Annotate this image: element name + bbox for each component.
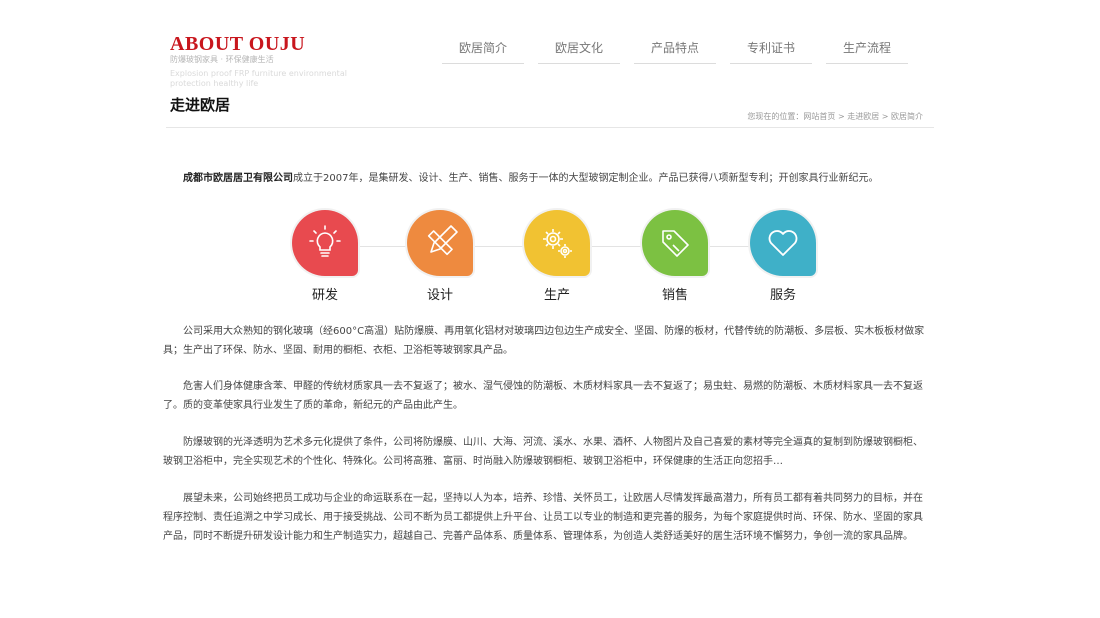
paragraph-material: 公司采用大众熟知的钢化玻璃（经600°C高温）贴防爆膜、再用氧化铝材对玻璃四边包… (163, 326, 925, 356)
process-label-research: 研发 (311, 288, 338, 303)
process-step-design: 设计 (405, 210, 475, 303)
price-tag-icon (642, 210, 708, 276)
process-label-service: 服务 (769, 288, 796, 303)
logo-english-tagline: Explosion proof FRP furniture environmen… (170, 69, 347, 88)
process-step-service: 服务 (748, 210, 818, 303)
intro-text: 成都市欧居居卫有限公司成立于2007年，是集研发、设计、生产、销售、服务于一体的… (183, 169, 878, 184)
nav-item-culture[interactable]: 欧居文化 (538, 38, 620, 64)
intro-body: 成立于2007年，是集研发、设计、生产、销售、服务于一体的大型玻钢定制企业。产品… (293, 173, 879, 184)
main-nav: 欧居简介 欧居文化 产品特点 专利证书 生产流程 (442, 38, 908, 64)
logo-subtitle: 防爆玻钢家具 · 环保健康生活 (170, 55, 274, 64)
section-title: 走进欧居 (170, 96, 231, 114)
heart-icon (750, 210, 816, 276)
breadcrumb[interactable]: 您现在的位置：网站首页 > 走进欧居 > 欧居简介 (747, 111, 923, 122)
logo-title[interactable]: ABOUT OUJU (170, 33, 305, 56)
process-label-sales: 销售 (661, 288, 688, 303)
lightbulb-icon (292, 210, 358, 276)
company-name: 成都市欧居居卫有限公司 (183, 173, 293, 184)
paragraph-future: 展望未来，公司始终把员工成功与企业的命运联系在一起，坚持以人为本，培养、珍惜、关… (163, 493, 923, 542)
pencil-ruler-icon (407, 210, 473, 276)
page: ABOUT OUJU 防爆玻钢家具 · 环保健康生活 Explosion pro… (0, 0, 1100, 618)
gears-icon (524, 210, 590, 276)
divider (166, 127, 934, 128)
paragraph-art: 防爆玻钢的光泽透明为艺术多元化提供了条件，公司将防爆膜、山川、大海、河流、溪水、… (163, 437, 923, 467)
paragraph-health: 危害人们身体健康含苯、甲醛的传统材质家具一去不复返了；被水、湿气侵蚀的防潮板、木… (163, 381, 923, 411)
nav-item-production[interactable]: 生产流程 (826, 38, 908, 64)
nav-item-intro[interactable]: 欧居简介 (442, 38, 524, 64)
nav-item-features[interactable]: 产品特点 (634, 38, 716, 64)
process-step-sales: 销售 (640, 210, 710, 303)
process-label-production: 生产 (543, 288, 570, 303)
process-step-production: 生产 (522, 210, 592, 303)
process-label-design: 设计 (426, 288, 453, 303)
process-steps: 研发 设计 生产 销售 服务 (290, 210, 820, 310)
nav-item-patents[interactable]: 专利证书 (730, 38, 812, 64)
process-step-research: 研发 (290, 210, 360, 303)
